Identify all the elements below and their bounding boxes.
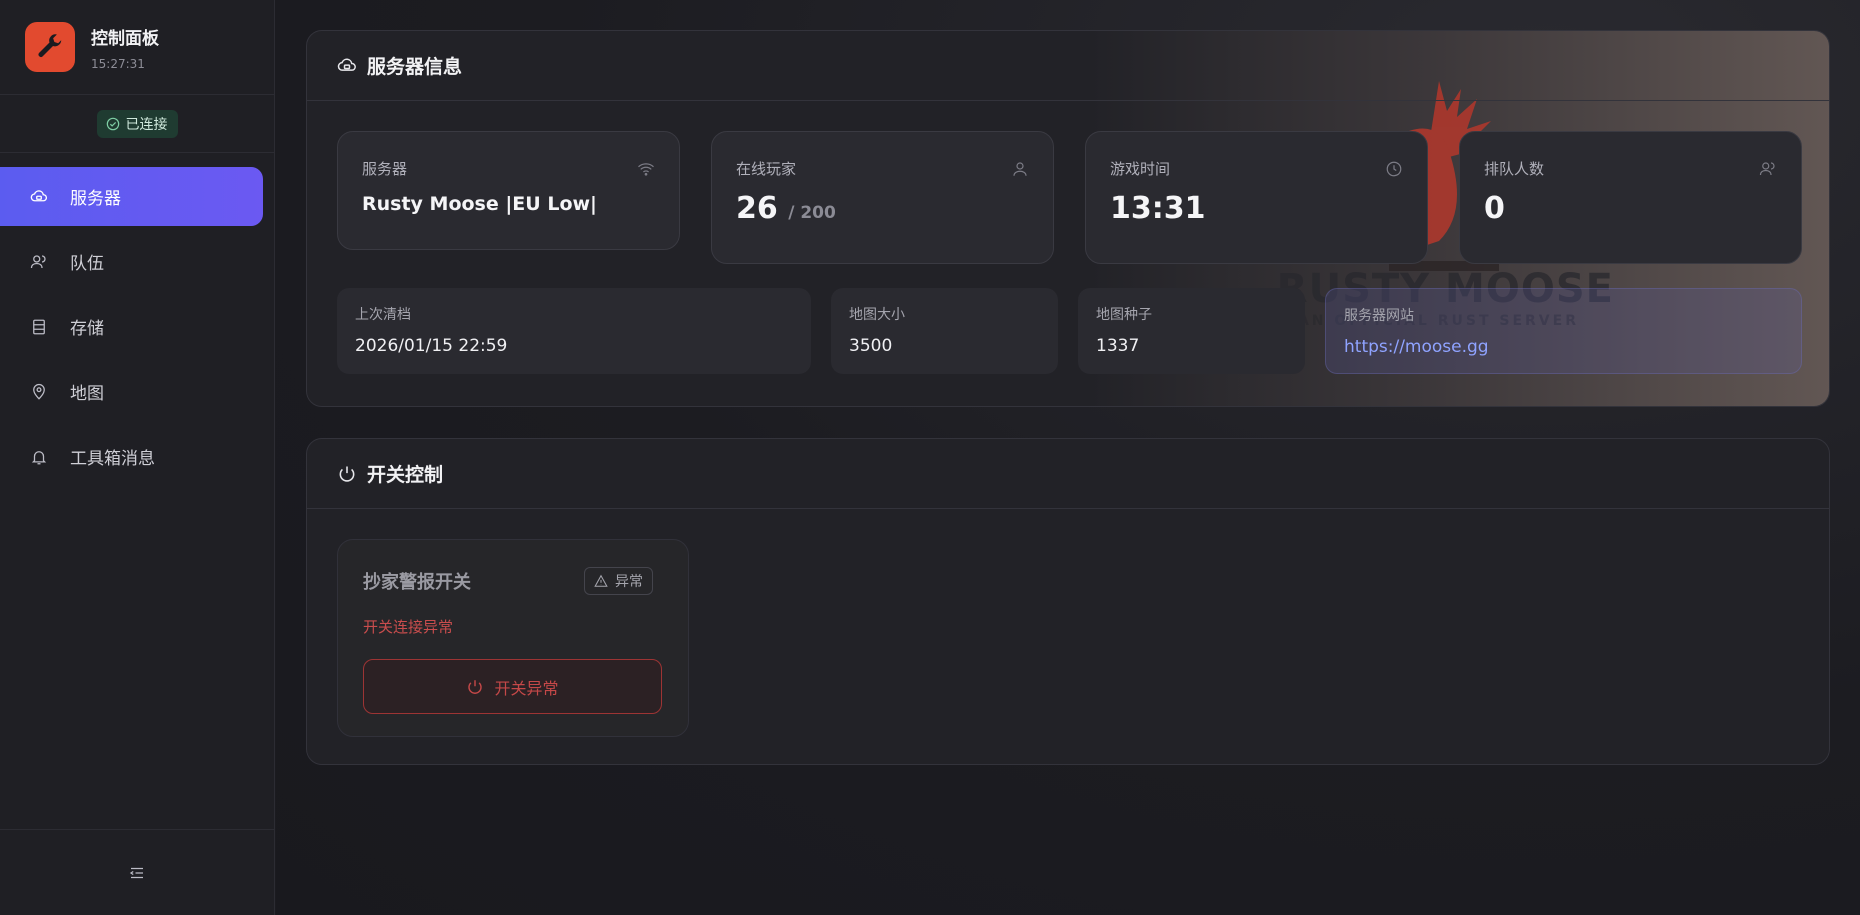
stat-server: 服务器 Rusty Moose |EU Low| <box>337 131 680 250</box>
switch-control-card: 开关控制 抄家警报开关 异常 开关连接异常 开关异常 <box>306 438 1830 765</box>
info-last-wipe: 上次清档 2026/01/15 22:59 <box>337 288 811 374</box>
check-circle-icon <box>106 117 120 131</box>
switch-toggle-button[interactable]: 开关异常 <box>363 659 662 714</box>
status-label: 已连接 <box>125 116 168 133</box>
power-icon <box>466 678 484 696</box>
sidebar-collapse-button[interactable] <box>0 829 274 915</box>
storage-icon <box>30 318 48 336</box>
sidebar-item-storage[interactable]: 存储 <box>0 297 263 356</box>
wrench-icon <box>25 22 75 72</box>
stat-label: 排队人数 <box>1484 160 1545 178</box>
players-count: 26 / 200 <box>736 191 1029 226</box>
info-label: 服务器网站 <box>1344 308 1414 324</box>
sidebar: 控制面板 15:27:31 已连接 服务器 队伍 存储 地图 工具箱消息 <box>0 0 275 915</box>
clock-icon <box>1385 160 1403 178</box>
raid-alarm-switch: 抄家警报开关 异常 开关连接异常 开关异常 <box>337 539 689 737</box>
info-website: 服务器网站 https://moose.gg <box>1325 288 1802 374</box>
queue-value: 0 <box>1484 191 1505 226</box>
users-icon <box>1759 160 1777 178</box>
stat-game-time: 游戏时间 13:31 <box>1085 131 1428 264</box>
app-title: 控制面板 <box>91 28 159 49</box>
wifi-icon <box>637 160 655 178</box>
switch-button-label: 开关异常 <box>494 678 559 698</box>
clock-time: 15:27:31 <box>91 56 145 71</box>
card-title: 服务器信息 <box>367 56 463 78</box>
collapse-menu-icon <box>128 864 146 882</box>
switch-error-message: 开关连接异常 <box>363 618 454 636</box>
info-label: 地图种子 <box>1096 307 1152 323</box>
sidebar-item-team[interactable]: 队伍 <box>0 232 263 291</box>
sidebar-item-toolbox-messages[interactable]: 工具箱消息 <box>0 427 263 486</box>
cloud-icon <box>337 56 357 76</box>
connection-status-area: 已连接 <box>0 95 274 153</box>
info-map-size: 地图大小 3500 <box>831 288 1058 374</box>
game-time-value: 13:31 <box>1110 191 1206 226</box>
card-title: 开关控制 <box>367 464 444 486</box>
stat-label: 在线玩家 <box>736 160 797 178</box>
server-info-header: 服务器信息 <box>307 31 1829 101</box>
users-icon <box>30 253 48 271</box>
sidebar-item-label: 存储 <box>70 319 104 339</box>
info-map-seed: 地图种子 1337 <box>1078 288 1305 374</box>
info-label: 地图大小 <box>849 307 905 323</box>
sidebar-item-label: 地图 <box>70 384 104 404</box>
sidebar-nav: 服务器 队伍 存储 地图 工具箱消息 <box>0 153 274 486</box>
stat-queue: 排队人数 0 <box>1459 131 1802 264</box>
server-info-card: RUSTY MOOSE AN OFFICIAL RUST SERVER 服务器信… <box>306 30 1830 407</box>
power-icon <box>337 464 357 484</box>
brand-header: 控制面板 15:27:31 <box>0 0 274 95</box>
sidebar-item-label: 服务器 <box>70 189 121 209</box>
map-pin-icon <box>30 383 48 401</box>
sidebar-item-server[interactable]: 服务器 <box>0 167 263 226</box>
players-max: / 200 <box>788 203 836 223</box>
map-seed-value: 1337 <box>1096 336 1140 356</box>
user-icon <box>1011 160 1029 178</box>
switch-badge-label: 异常 <box>615 574 643 590</box>
stat-label: 服务器 <box>362 160 408 178</box>
status-badge: 异常 <box>584 567 653 595</box>
info-label: 上次清档 <box>355 307 411 323</box>
bell-icon <box>30 448 48 466</box>
sidebar-item-label: 工具箱消息 <box>70 449 155 469</box>
website-link[interactable]: https://moose.gg <box>1344 337 1489 357</box>
warning-icon <box>594 574 608 588</box>
main-content: RUSTY MOOSE AN OFFICIAL RUST SERVER 服务器信… <box>276 0 1860 915</box>
switch-control-header: 开关控制 <box>307 439 1829 509</box>
players-online: 26 <box>736 191 778 226</box>
sidebar-item-label: 队伍 <box>70 254 104 274</box>
cloud-icon <box>30 188 48 206</box>
stat-label: 游戏时间 <box>1110 160 1171 178</box>
status-badge: 已连接 <box>96 109 178 138</box>
server-name: Rusty Moose |EU Low| <box>362 193 597 215</box>
stat-online-players: 在线玩家 26 / 200 <box>711 131 1054 264</box>
last-wipe-value: 2026/01/15 22:59 <box>355 336 508 356</box>
map-size-value: 3500 <box>849 336 893 356</box>
sidebar-item-map[interactable]: 地图 <box>0 362 263 421</box>
